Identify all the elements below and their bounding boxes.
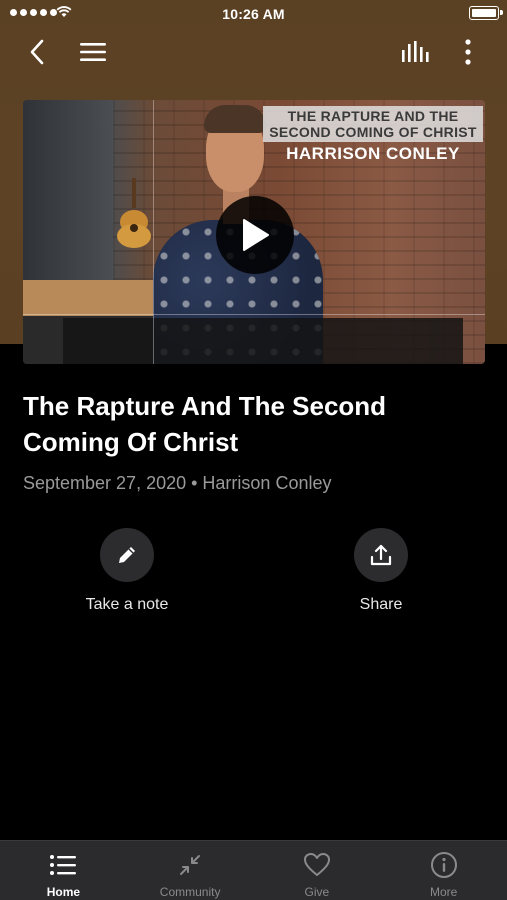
sermon-title: The Rapture And The Second Coming Of Chr… bbox=[23, 391, 387, 457]
tab-give-label: Give bbox=[304, 885, 330, 899]
hamburger-icon bbox=[80, 43, 106, 61]
battery-icon bbox=[469, 6, 503, 20]
tab-more-label: More bbox=[429, 885, 458, 899]
tab-community-label: Community bbox=[159, 885, 221, 899]
tab-give[interactable]: Give bbox=[254, 841, 381, 900]
video-title-line2: SECOND COMING OF CHRIST bbox=[269, 124, 477, 140]
take-note-button[interactable]: Take a note bbox=[57, 528, 197, 614]
menu-button[interactable] bbox=[76, 36, 110, 68]
sermon-meta: September 27, 2020 • Harrison Conley bbox=[23, 473, 332, 493]
take-note-circle bbox=[100, 528, 154, 582]
video-player[interactable]: THE RAPTURE AND THE SECOND COMING OF CHR… bbox=[23, 100, 485, 364]
heart-icon bbox=[302, 850, 332, 880]
play-button[interactable] bbox=[216, 196, 294, 274]
audio-bars-icon bbox=[402, 41, 429, 62]
back-button[interactable] bbox=[22, 36, 54, 68]
share-button[interactable]: Share bbox=[311, 528, 451, 614]
tab-home-label: Home bbox=[46, 885, 81, 899]
shelf bbox=[23, 280, 153, 316]
pencil-icon bbox=[119, 547, 135, 563]
tab-home[interactable]: Home bbox=[0, 841, 127, 900]
collapse-arrows-icon bbox=[175, 850, 205, 880]
speaker-hair bbox=[204, 105, 266, 133]
video-speaker-name: HARRISON CONLEY bbox=[286, 144, 460, 163]
lectern bbox=[63, 318, 463, 364]
share-label: Share bbox=[359, 596, 403, 613]
audio-button[interactable] bbox=[396, 36, 434, 68]
take-note-label: Take a note bbox=[85, 596, 169, 613]
more-options-button[interactable] bbox=[452, 36, 484, 68]
list-icon bbox=[48, 850, 78, 880]
guitar-image bbox=[117, 178, 151, 248]
play-icon bbox=[243, 219, 269, 251]
status-bar: 10:26 AM bbox=[0, 0, 507, 28]
video-title-line1: THE RAPTURE AND THE bbox=[287, 108, 459, 124]
tab-bar: Home Community Give More bbox=[0, 840, 507, 900]
film-scratch bbox=[153, 100, 154, 364]
tab-community[interactable]: Community bbox=[127, 841, 254, 900]
vertical-dots-icon bbox=[465, 39, 471, 65]
chevron-left-icon bbox=[30, 39, 44, 65]
share-icon bbox=[370, 544, 392, 566]
film-scratch bbox=[23, 314, 485, 315]
info-icon bbox=[429, 850, 459, 880]
share-circle bbox=[354, 528, 408, 582]
status-time: 10:26 AM bbox=[222, 6, 285, 22]
tab-more[interactable]: More bbox=[380, 841, 507, 900]
